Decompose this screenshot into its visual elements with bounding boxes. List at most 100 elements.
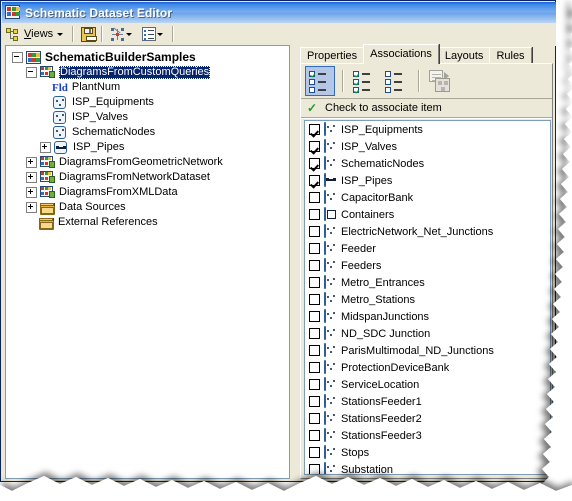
tree-node-schematic-nodes[interactable]: SchematicNodes [8, 125, 289, 140]
expander-expand-icon[interactable] [40, 142, 51, 153]
right-tab-pane: Properties Associations Layouts Rules ✓ … [298, 44, 553, 479]
association-checkbox[interactable] [309, 277, 320, 288]
check-mixed-button[interactable] [305, 66, 335, 96]
views-button[interactable]: Views [4, 24, 69, 44]
green-check-icon: ✓ [307, 101, 318, 115]
list-item[interactable]: Stops [305, 444, 550, 461]
chevron-down-icon-2[interactable] [126, 32, 133, 36]
association-checkbox[interactable] [309, 345, 320, 356]
tree-node-root[interactable]: SchematicBuilderSamples [8, 50, 289, 65]
network-view-button[interactable] [108, 24, 138, 44]
line-feature-icon [54, 140, 70, 156]
network-diagram-icon [110, 27, 125, 42]
association-checkbox[interactable] [309, 413, 320, 424]
list-item-label: CapacitorBank [341, 191, 414, 204]
list-item[interactable]: ISP_Equipments [305, 121, 550, 138]
expander-collapse-icon-2[interactable] [26, 67, 37, 78]
list-item[interactable]: ProtectionDeviceBank [305, 359, 550, 376]
expander-expand-icon-5[interactable] [26, 202, 37, 213]
tree-node-diagrams-from-xml-data[interactable]: DiagramsFromXMLData [8, 185, 289, 200]
expander-expand-icon-3[interactable] [26, 172, 37, 183]
list-item-label: StationsFeeder3 [341, 429, 422, 442]
chevron-down-icon[interactable] [57, 32, 64, 36]
association-checkbox[interactable] [309, 243, 320, 254]
list-item[interactable]: ParisMultimodal_ND_Junctions [305, 342, 550, 359]
association-checkbox[interactable] [309, 311, 320, 322]
list-item[interactable]: MidspanJunctions [305, 308, 550, 325]
association-checkbox[interactable] [309, 328, 320, 339]
tree-node-plantnum[interactable]: Fld PlantNum [8, 80, 289, 95]
list-item[interactable]: SchematicNodes [305, 155, 550, 172]
association-checkbox[interactable] [309, 209, 320, 220]
toolbar-separator-2 [101, 26, 104, 42]
chevron-down-icon-3[interactable] [157, 32, 164, 36]
tab-rules[interactable]: Rules [489, 47, 532, 64]
point-feature-icon [324, 393, 338, 409]
list-item[interactable]: Containers [305, 206, 550, 223]
checklist-all-checked-icon [352, 69, 376, 93]
association-checkbox[interactable] [309, 124, 320, 135]
tree-node-label-xml-data: DiagramsFromXMLData [59, 186, 178, 198]
association-checkbox[interactable] [309, 260, 320, 271]
association-checkbox[interactable] [309, 379, 320, 390]
association-checkbox[interactable] [309, 464, 320, 474]
list-item[interactable]: ND_SDC Junction [305, 325, 550, 342]
list-item[interactable]: ISP_Valves [305, 138, 550, 155]
tree-node-isp-pipes[interactable]: ISP_Pipes [8, 140, 289, 155]
association-checkbox[interactable] [309, 192, 320, 203]
expander-expand-icon-4[interactable] [26, 187, 37, 198]
list-item-label: StationsFeeder2 [341, 412, 422, 425]
association-checkbox[interactable] [309, 226, 320, 237]
tab-properties[interactable]: Properties [300, 47, 365, 64]
list-item[interactable]: Feeders [305, 257, 550, 274]
uncheck-all-button[interactable] [381, 66, 411, 96]
point-feature-icon [324, 427, 338, 443]
list-item[interactable]: Metro_Entrances [305, 274, 550, 291]
point-feature-icon [324, 155, 338, 171]
dataset-tree-pane[interactable]: SchematicBuilderSamples DiagramsFromCust… [5, 45, 290, 479]
tree-node-external-references[interactable]: External References [8, 215, 289, 230]
tab-associations[interactable]: Associations [363, 44, 439, 64]
tree-node-diagrams-from-custom-queries[interactable]: DiagramsFromCustomQueries [8, 65, 289, 80]
tree-node-diagrams-from-network-dataset[interactable]: DiagramsFromNetworkDataset [8, 170, 289, 185]
check-all-button[interactable] [349, 66, 379, 96]
list-item[interactable]: StationsFeeder3 [305, 427, 550, 444]
associations-list[interactable]: ISP_Equipments ISP_Valves SchematicNodes [304, 120, 551, 475]
association-checkbox[interactable] [309, 158, 320, 169]
tab-strip: Properties Associations Layouts Rules [298, 44, 553, 64]
save-button[interactable] [79, 24, 98, 44]
association-checkbox[interactable] [309, 141, 320, 152]
tree-node-isp-equipments[interactable]: ISP_Equipments [8, 95, 289, 110]
list-item-label: StationsFeeder1 [341, 395, 422, 408]
views-button-label: Views [24, 28, 53, 40]
tree-node-diagrams-from-geometric-network[interactable]: DiagramsFromGeometricNetwork [8, 155, 289, 170]
expander-collapse-icon[interactable] [12, 52, 23, 63]
list-item[interactable]: StationsFeeder2 [305, 410, 550, 427]
list-item[interactable]: StationsFeeder1 [305, 393, 550, 410]
list-item[interactable]: Feeder [305, 240, 550, 257]
pane-splitter[interactable] [291, 45, 298, 479]
association-checkbox[interactable] [309, 447, 320, 458]
list-item[interactable]: ServiceLocation [305, 376, 550, 393]
list-item[interactable]: Substation [305, 461, 550, 474]
list-item[interactable]: CapacitorBank [305, 189, 550, 206]
list-item[interactable]: ISP_Pipes [305, 172, 550, 189]
tree-node-isp-valves[interactable]: ISP_Valves [8, 110, 289, 125]
list-item[interactable]: ElectricNetwork_Net_Junctions [305, 223, 550, 240]
association-checkbox[interactable] [309, 430, 320, 441]
association-checkbox[interactable] [309, 294, 320, 305]
expander-expand-icon-2[interactable] [26, 157, 37, 168]
association-checkbox[interactable] [309, 362, 320, 373]
list-item-label: ISP_Equipments [341, 123, 423, 136]
tree-node-label-isp-pipes: ISP_Pipes [73, 141, 125, 153]
list-item[interactable]: Metro_Stations [305, 291, 550, 308]
copy-associations-button[interactable] [425, 66, 455, 96]
association-checkbox[interactable] [309, 175, 320, 186]
association-checkbox[interactable] [309, 396, 320, 407]
tab-layouts[interactable]: Layouts [437, 47, 491, 64]
list-item-label: ElectricNetwork_Net_Junctions [341, 225, 494, 238]
tree-node-data-sources[interactable]: Data Sources [8, 200, 289, 215]
tree-node-label-selected: DiagramsFromCustomQueries [59, 66, 211, 79]
properties-view-button[interactable] [140, 24, 169, 44]
screenshot-root: Schematic Dataset Editor Views Schematic… [0, 0, 572, 501]
